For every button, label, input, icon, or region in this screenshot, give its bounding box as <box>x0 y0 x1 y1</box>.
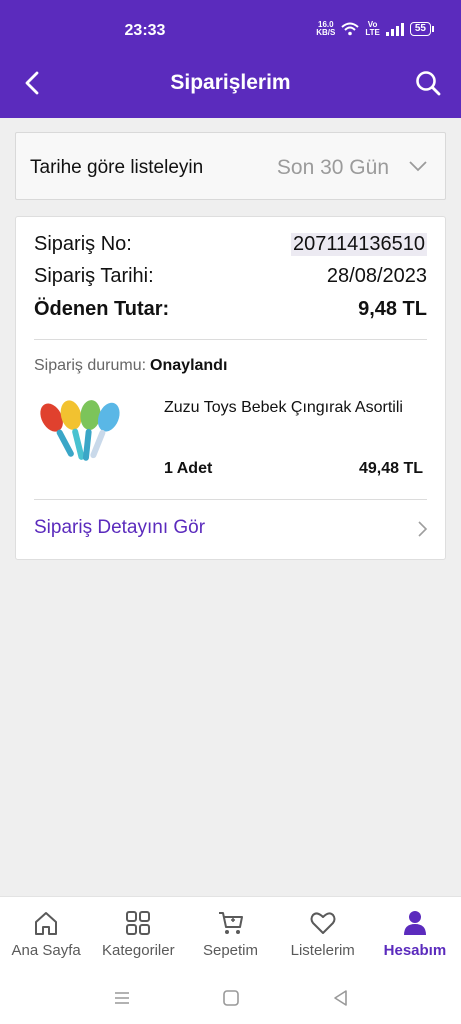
system-navigation-bar <box>0 974 461 1024</box>
nav-cart-label: Sepetim <box>202 942 259 959</box>
filter-selected-value: Son 30 Gün <box>276 156 389 179</box>
order-card: Sipariş No: 207114136510 Sipariş Tarihi:… <box>15 216 446 560</box>
order-detail-link[interactable]: Sipariş Detayını Gör <box>34 515 431 545</box>
net-speed: 16.0 KB/S <box>316 21 335 37</box>
order-date-label: Sipariş Tarihi: <box>34 265 154 287</box>
nav-cart[interactable]: Sepetim <box>184 897 276 974</box>
chevron-down-icon <box>409 161 427 172</box>
lte-bottom: LTE <box>365 28 380 37</box>
order-status-value: Onaylandı <box>150 357 228 374</box>
back-button-icon[interactable] <box>331 988 351 1008</box>
date-filter-dropdown[interactable]: Tarihe göre listeleyin Son 30 Gün <box>15 132 446 200</box>
paid-amount-label: Ödenen Tutar: <box>34 298 170 320</box>
nav-categories-label: Kategoriler <box>102 942 175 959</box>
order-status-label: Sipariş durumu: <box>34 357 147 374</box>
status-time: 23:33 <box>124 22 166 39</box>
home-icon <box>35 912 58 935</box>
page-title: Siparişlerim <box>170 71 291 94</box>
filter-label: Tarihe göre listeleyin <box>30 157 204 178</box>
bottom-navigation: Ana Sayfa Kategoriler Sepetim Listelerim… <box>0 896 461 974</box>
product-quantity: 1 Adet <box>164 460 213 477</box>
paid-amount-row: Ödenen Tutar: 9,48 TL <box>34 298 427 321</box>
net-speed-unit: KB/S <box>316 28 336 37</box>
nav-categories[interactable]: Kategoriler <box>92 897 184 974</box>
user-icon <box>403 911 426 935</box>
grid-icon <box>126 911 151 935</box>
chevron-right-icon <box>418 521 428 537</box>
divider <box>34 339 427 340</box>
product-name[interactable]: Zuzu Toys Bebek Çıngırak Asortili <box>164 397 404 418</box>
signal-icon <box>385 22 404 36</box>
heart-icon <box>310 912 336 934</box>
order-date-value: 28/08/2023 <box>326 265 427 287</box>
battery-icon: 55 <box>409 22 435 36</box>
nav-lists[interactable]: Listelerim <box>277 897 369 974</box>
nav-account-label: Hesabım <box>383 942 447 959</box>
product-price: 49,48 TL <box>358 460 423 477</box>
search-icon[interactable] <box>413 68 443 98</box>
order-status: Sipariş durumu: Onaylandı <box>34 357 227 375</box>
order-number-row: Sipariş No: 207114136510 <box>34 233 427 256</box>
order-detail-label: Sipariş Detayını Gör <box>34 517 206 538</box>
nav-home[interactable]: Ana Sayfa <box>0 897 92 974</box>
toolbar: Siparişlerim <box>0 58 461 110</box>
recent-apps-icon[interactable] <box>112 988 132 1008</box>
status-icons: 16.0 KB/S Vo LTE 55 <box>316 21 435 37</box>
nav-home-label: Ana Sayfa <box>11 942 81 959</box>
home-button-icon[interactable] <box>221 988 241 1008</box>
order-date-row: Sipariş Tarihi: 28/08/2023 <box>34 265 427 288</box>
divider <box>34 499 427 500</box>
nav-account[interactable]: Hesabım <box>369 897 461 974</box>
cart-icon <box>218 912 243 934</box>
order-number-label: Sipariş No: <box>34 233 132 255</box>
status-bar: 23:33 16.0 KB/S Vo LTE 55 <box>0 0 461 58</box>
wifi-icon <box>341 22 360 36</box>
paid-amount-value: 9,48 TL <box>358 298 427 320</box>
nav-lists-label: Listelerim <box>290 942 355 959</box>
product-image[interactable] <box>34 397 126 467</box>
order-number-value: 207114136510 <box>291 233 427 256</box>
lte-indicator: Vo LTE <box>365 21 380 37</box>
app-header: 23:33 16.0 KB/S Vo LTE 55 Siparişlerim <box>0 0 461 118</box>
